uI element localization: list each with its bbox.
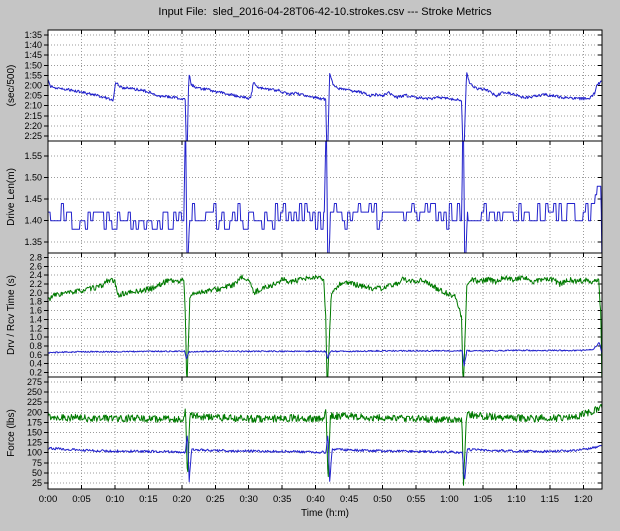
plot-area bbox=[48, 253, 602, 377]
x-tick-label: 0:15 bbox=[139, 494, 158, 505]
y-tick-label: 2:00 bbox=[24, 81, 42, 91]
y-tick-label: 200 bbox=[27, 407, 42, 417]
x-tick-label: 0:35 bbox=[273, 494, 292, 505]
y-tick-label: 1:50 bbox=[24, 60, 42, 70]
panel-4: 275250225200175150125100755025 Force (lbs… bbox=[6, 377, 602, 489]
y-tick-label: 25 bbox=[32, 478, 42, 488]
x-tick-label: 0:40 bbox=[306, 494, 325, 505]
y-axis-label: Force (lbs) bbox=[6, 409, 17, 457]
x-tick-label: 0:50 bbox=[373, 494, 392, 505]
x-tick-label: 1:05 bbox=[474, 494, 493, 505]
x-tick-label: 0:00 bbox=[39, 494, 58, 505]
y-tick-label: 1:45 bbox=[24, 50, 42, 60]
x-tick-label: 0:05 bbox=[72, 494, 91, 505]
y-tick-label: 100 bbox=[27, 448, 42, 458]
y-tick-label: 1.40 bbox=[24, 216, 42, 226]
x-tick-label: 0:20 bbox=[173, 494, 192, 505]
y-tick-label: 1:55 bbox=[24, 70, 42, 80]
x-tick-label: 1:15 bbox=[541, 494, 560, 505]
y-tick-label: 2:10 bbox=[24, 101, 42, 111]
x-tick-label: 0:25 bbox=[206, 494, 225, 505]
x-tick-label: 0:45 bbox=[340, 494, 359, 505]
y-tick-label: 275 bbox=[27, 377, 42, 387]
y-tick-label: 1.55 bbox=[24, 151, 42, 161]
y-axis-label: Drive Len(m) bbox=[6, 168, 17, 226]
x-tick-label: 1:10 bbox=[507, 494, 526, 505]
y-tick-label: 125 bbox=[27, 438, 42, 448]
x-tick-label: 1:20 bbox=[574, 494, 593, 505]
x-tick-label: 1:00 bbox=[440, 494, 459, 505]
y-tick-label: 1.50 bbox=[24, 173, 42, 183]
y-tick-label: 2:05 bbox=[24, 91, 42, 101]
stroke-metrics-figure: Input File: sled_2016-04-28T06-42-10.str… bbox=[0, 0, 620, 531]
y-axis-label: (sec/500) bbox=[6, 65, 17, 107]
chart-title: Input File: sled_2016-04-28T06-42-10.str… bbox=[48, 6, 602, 18]
x-axis-label: Time (h:m) bbox=[301, 508, 349, 519]
y-tick-label: 1.35 bbox=[24, 237, 42, 247]
y-tick-label: 225 bbox=[27, 397, 42, 407]
y-tick-label: 2:25 bbox=[24, 131, 42, 141]
y-tick-label: 1:40 bbox=[24, 40, 42, 50]
x-tick-label: 0:10 bbox=[106, 494, 125, 505]
y-tick-label: 75 bbox=[32, 458, 42, 468]
y-tick-label: 50 bbox=[32, 468, 42, 478]
y-tick-label: 250 bbox=[27, 387, 42, 397]
y-tick-label: 150 bbox=[27, 428, 42, 438]
y-tick-label: 2:15 bbox=[24, 111, 42, 121]
y-axis-label: Drv / Rcv Time (s) bbox=[6, 275, 17, 355]
y-tick-label: 1.45 bbox=[24, 194, 42, 204]
y-tick-label: 175 bbox=[27, 417, 42, 427]
x-tick-label: 0:55 bbox=[407, 494, 426, 505]
x-tick-label: 0:30 bbox=[239, 494, 258, 505]
y-tick-label: 2:20 bbox=[24, 121, 42, 131]
panel-3: 2.82.62.42.22.01.81.61.41.21.00.80.60.40… bbox=[6, 252, 602, 391]
y-tick-label: 1:35 bbox=[24, 30, 42, 40]
chart-canvas: 1:351:401:451:501:552:002:052:102:152:20… bbox=[0, 0, 620, 531]
